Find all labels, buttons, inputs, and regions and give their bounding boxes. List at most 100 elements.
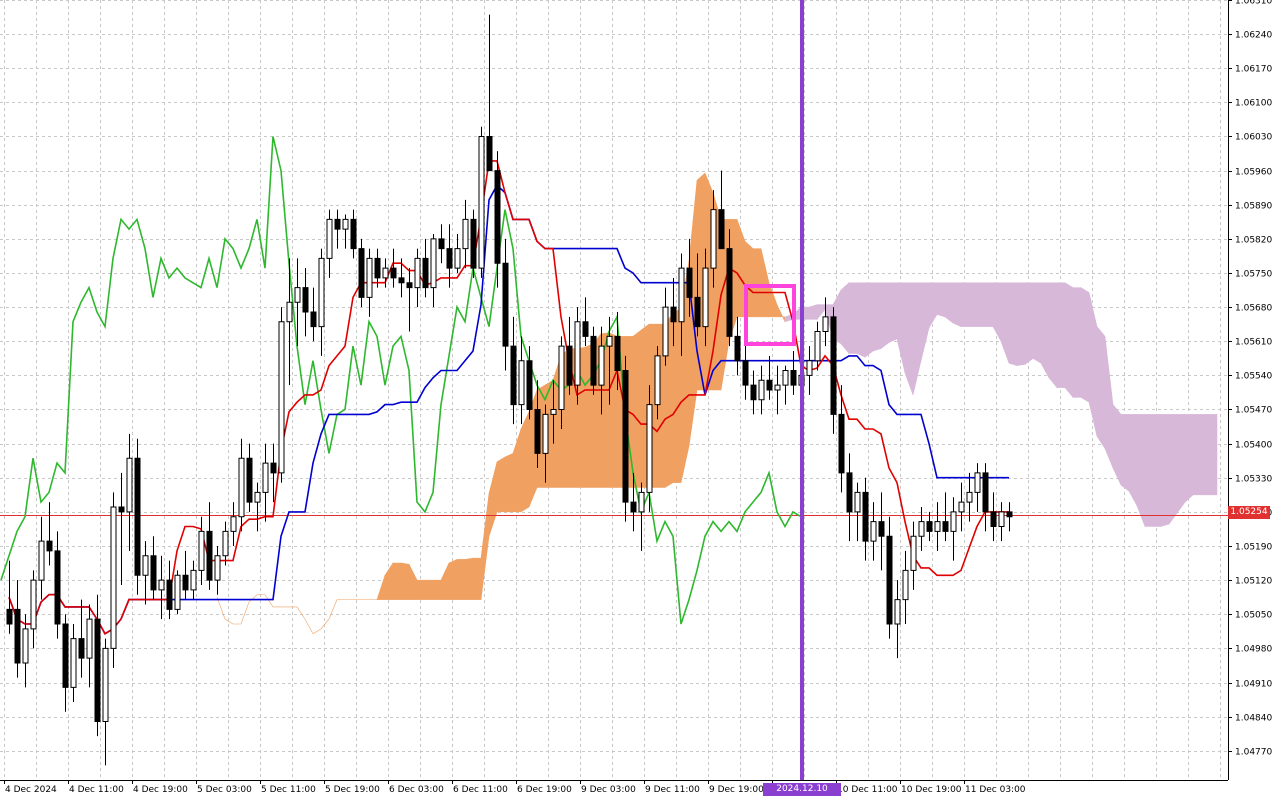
candle-body [742, 360, 749, 386]
candle-body [22, 628, 29, 664]
candle-body [494, 170, 501, 264]
candle-body [982, 472, 989, 513]
candle-body [486, 136, 493, 172]
candle-body [190, 569, 197, 591]
candle-body [974, 472, 981, 493]
candle-body [238, 457, 245, 518]
x-tick-label: 6 Dec 03:00 [389, 785, 444, 795]
candle-body [182, 574, 189, 591]
cloud-segment [944, 282, 954, 324]
candle-body [14, 608, 21, 664]
y-tick-label: 1.06310 [1235, 0, 1272, 7]
candle-body [406, 282, 413, 289]
candle-body [990, 511, 997, 527]
y-tick-label: 1.04980 [1235, 645, 1272, 655]
cloud-segment [472, 557, 482, 600]
candle-body [886, 535, 893, 625]
y-tick-label: 1.04840 [1235, 714, 1272, 724]
cloud-segment [400, 562, 410, 600]
x-tick-label: 10 Dec 11:00 [837, 785, 898, 795]
y-tick-label: 1.04910 [1235, 680, 1272, 690]
x-tick-label: 9 Dec 11:00 [645, 785, 700, 795]
candle-body [646, 404, 653, 493]
candle-body [806, 360, 813, 376]
candle-body [398, 277, 405, 284]
cloud-segment [1144, 414, 1154, 527]
candle-body [670, 306, 677, 323]
cloud-segment [952, 282, 962, 328]
candle-body [222, 530, 229, 557]
y-tick-label: 1.05120 [1235, 577, 1272, 587]
candle-body [118, 506, 125, 513]
candle-body [1006, 511, 1013, 518]
cloud-segment [1128, 414, 1138, 506]
candle-body [158, 579, 165, 591]
chart-canvas[interactable]: 1.06310 1.06240 1.06170 1.06100 1.06030 1.059… [0, 0, 1280, 800]
y-tick-label: 1.06030 [1235, 133, 1272, 143]
candle-body [950, 511, 957, 532]
candle-body [630, 501, 637, 513]
candle-body [110, 506, 117, 649]
y-tick-label: 1.05960 [1235, 168, 1272, 178]
candle-body [758, 379, 765, 401]
cloud-segment [888, 282, 898, 343]
candle-body [838, 413, 845, 474]
candle-body [46, 540, 53, 552]
x-tick-label: 5 Dec 19:00 [325, 785, 380, 795]
y-tick-label: 1.06240 [1235, 31, 1272, 41]
cloud-segment [416, 579, 426, 600]
y-tick-label: 1.05890 [1235, 202, 1272, 212]
candle-body [198, 530, 205, 571]
candle-body [206, 530, 213, 581]
cloud-segment [432, 579, 442, 600]
candle-body [926, 521, 933, 532]
candle-body [678, 267, 685, 323]
cloud-segment [1120, 414, 1130, 492]
y-tick-label: 1.04770 [1235, 748, 1272, 758]
cloud-segment [1024, 282, 1034, 366]
candle-body [566, 345, 573, 386]
x-tick-label: 9 Dec 03:00 [581, 785, 636, 795]
x-tick-label: 11 Dec 03:00 [965, 785, 1026, 795]
candle-body [86, 618, 93, 659]
ichimoku-candlestick-chart[interactable]: 1.06310 1.06240 1.06170 1.06100 1.06030 1.059… [0, 0, 1280, 807]
candle-body [518, 360, 525, 406]
cloud-segment [808, 304, 818, 320]
cloud-segment [1080, 287, 1090, 403]
cloud-segment [424, 579, 434, 600]
candle-body [422, 257, 429, 289]
cloud-segment [464, 557, 474, 600]
candle-body [862, 491, 869, 542]
candle-body [166, 579, 173, 610]
cloud-segment [984, 282, 994, 327]
x-tick-label: 10 Dec 19:00 [901, 785, 962, 795]
candle-body [574, 321, 581, 386]
y-tick-label: 1.05470 [1235, 406, 1272, 416]
candle-body [726, 248, 733, 337]
candle-body [318, 257, 325, 328]
candle-body [102, 647, 109, 722]
cloud-segment [1064, 282, 1074, 399]
candle-body [126, 457, 133, 513]
y-tick-label: 1.05610 [1235, 338, 1272, 348]
candle-body [534, 409, 541, 454]
candle-body [958, 501, 965, 513]
cloud-segment [880, 282, 890, 350]
candle-body [270, 462, 277, 474]
current-time-tag: 2024.12.10 07:00 [763, 783, 841, 807]
candle-body [614, 335, 621, 371]
candle-body [966, 491, 973, 503]
cloud-segment [1056, 282, 1066, 388]
candle-body [254, 491, 261, 503]
cloud-segment [1200, 414, 1210, 496]
candle-body [998, 511, 1005, 527]
candle-body [454, 248, 461, 269]
x-tick-label: 4 Dec 19:00 [133, 785, 188, 795]
candle-body [878, 521, 885, 537]
candle-body [526, 360, 533, 410]
cloud-segment [632, 329, 642, 488]
candle-body [214, 555, 221, 581]
candle-body [694, 296, 701, 328]
x-tick-label: 6 Dec 11:00 [453, 785, 508, 795]
candle-body [62, 623, 69, 688]
